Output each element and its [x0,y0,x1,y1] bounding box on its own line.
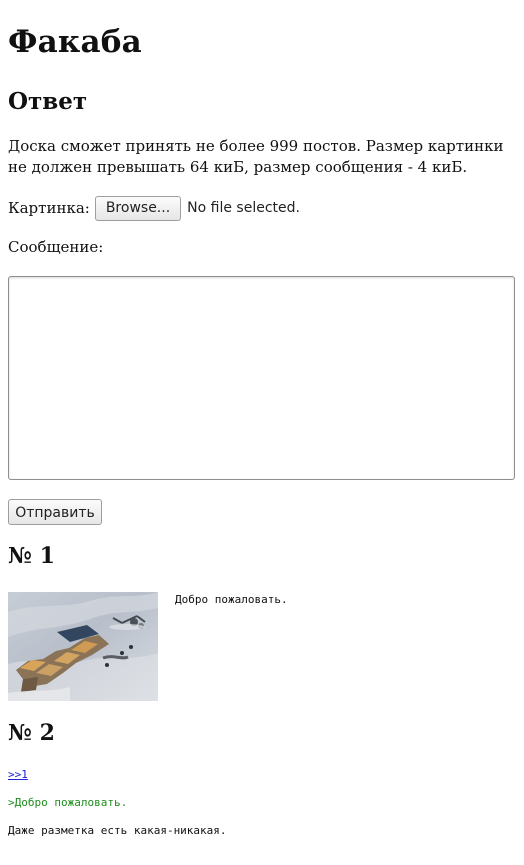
antarctic-station-photo [8,592,158,701]
quoted-message-text: >Добро пожаловать. [8,796,128,809]
message-label: Сообщение: [8,238,104,256]
message-textarea[interactable] [8,276,515,480]
post-message-text: Добро пожаловать. [175,593,288,606]
site-title: Факаба [8,24,142,60]
submit-post-button[interactable]: Отправить [8,499,102,525]
post-reply-link[interactable]: >>1 [8,768,28,781]
reply-form-heading: Ответ [8,88,88,115]
image-upload-label: Картинка: [8,199,90,217]
post-number: № 2 [8,720,55,746]
page: Факаба Ответ Доска сможет принять не бол… [0,0,524,865]
post-number: № 1 [8,543,55,569]
browse-file-button[interactable]: Browse... [94,195,182,221]
board-limits-notice: Доска сможет принять не более 999 постов… [8,137,504,176]
post-message-text: Даже разметка есть какая-никакая. [8,824,227,837]
image-upload-row: Картинка: Browse... No file selected. [8,195,300,221]
file-selection-status: No file selected. [187,200,300,216]
post-image-thumbnail[interactable] [8,592,158,701]
